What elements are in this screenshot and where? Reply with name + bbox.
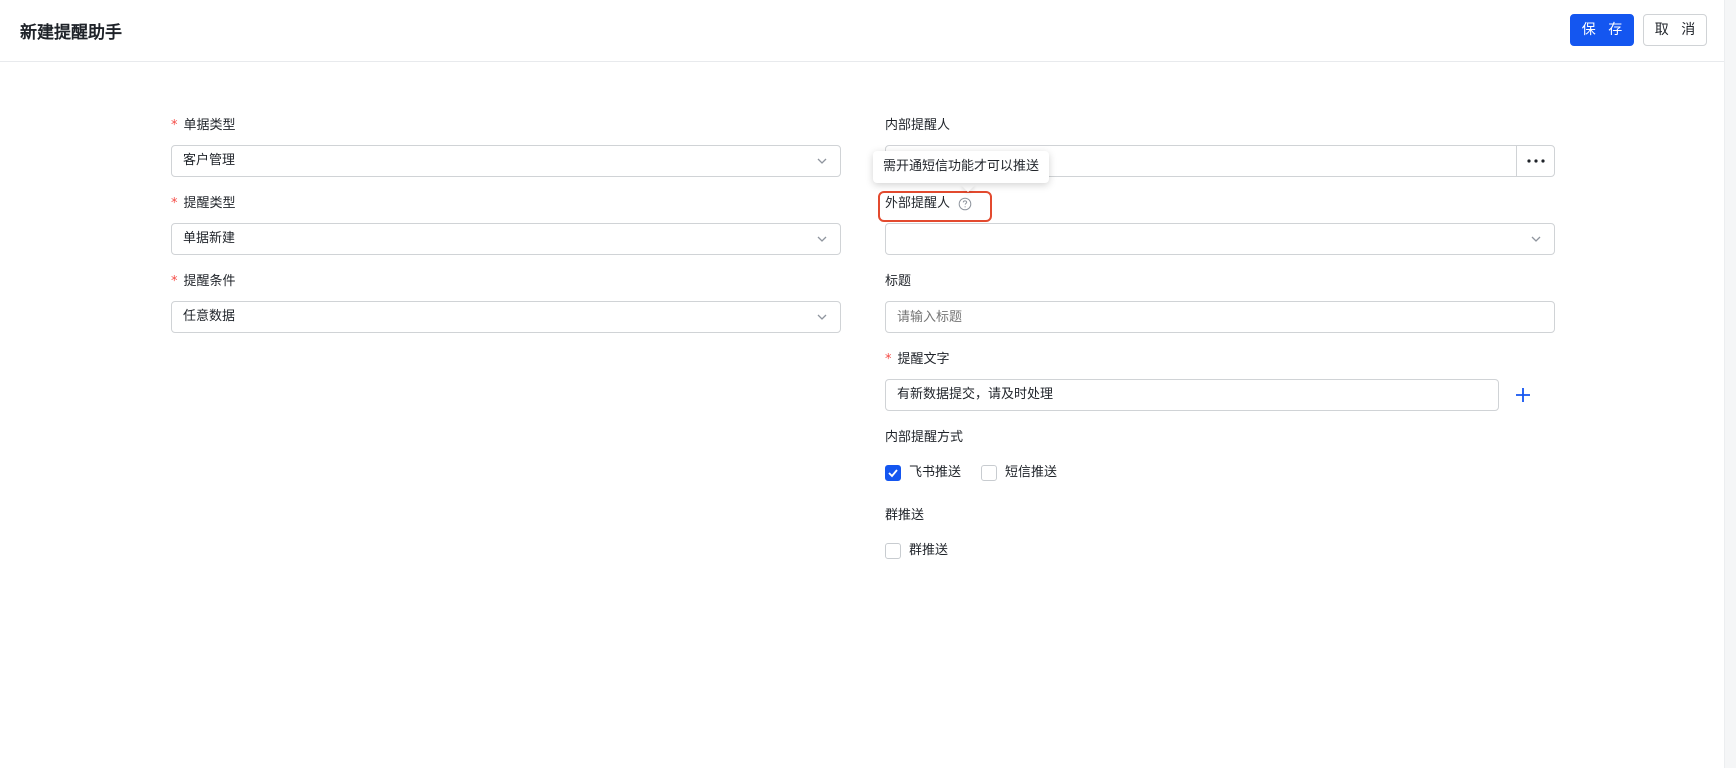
check-icon [888, 469, 898, 478]
sms-push-checkbox[interactable] [981, 465, 997, 481]
internal-method-label: 内部提醒方式 [885, 430, 964, 445]
remind-type-label-text: 提醒类型 [183, 196, 236, 211]
doc-type-label-text: 单据类型 [183, 118, 236, 133]
more-options-button[interactable] [1516, 146, 1554, 176]
external-reminder-select[interactable] [885, 223, 1555, 255]
save-button[interactable]: 保 存 [1570, 14, 1634, 46]
highlight-annotation [878, 191, 992, 222]
doc-type-select[interactable]: 客户管理 [171, 145, 841, 177]
remind-text-input[interactable]: 有新数据提交，请及时处理 [885, 379, 1499, 411]
chevron-down-icon [817, 236, 827, 242]
chevron-down-icon [817, 158, 827, 164]
doc-type-label: * 单据类型 [171, 117, 236, 135]
help-tooltip: 需开通短信功能才可以推送 [873, 151, 1050, 183]
feishu-push-label[interactable]: 飞书推送 [909, 464, 961, 482]
required-mark: * [171, 196, 178, 211]
remind-type-select[interactable]: 单据新建 [171, 223, 841, 255]
group-push-label: 群推送 [885, 508, 925, 523]
chevron-down-icon [817, 314, 827, 320]
chevron-down-icon [1531, 236, 1541, 242]
feishu-push-checkbox[interactable] [885, 465, 901, 481]
remind-type-value: 单据新建 [183, 231, 236, 246]
remind-text-value: 有新数据提交，请及时处理 [897, 387, 1054, 402]
internal-reminder-label: 内部提醒人 [885, 118, 951, 133]
remind-text-label: * 提醒文字 [885, 351, 950, 369]
page: 新建提醒助手 保 存 取 消 * 单据类型 客户管理 * 提醒类型 单据新建 * 提醒… [0, 0, 1736, 768]
cancel-button[interactable]: 取 消 [1643, 14, 1707, 46]
ellipsis-icon [1526, 159, 1545, 163]
remind-condition-select[interactable]: 任意数据 [171, 301, 841, 333]
title-label: 标题 [885, 274, 912, 289]
remind-condition-label: * 提醒条件 [171, 273, 236, 291]
required-mark: * [885, 352, 892, 367]
remind-condition-label-text: 提醒条件 [183, 274, 236, 289]
sms-push-label[interactable]: 短信推送 [1005, 464, 1057, 482]
remind-condition-value: 任意数据 [183, 309, 236, 324]
plus-icon[interactable] [1515, 387, 1531, 403]
group-push-option-label[interactable]: 群推送 [909, 542, 948, 560]
header-bar: 新建提醒助手 保 存 取 消 [0, 0, 1736, 62]
required-mark: * [171, 274, 178, 289]
title-input[interactable] [885, 301, 1555, 333]
remind-text-label-text: 提醒文字 [897, 352, 950, 367]
doc-type-value: 客户管理 [183, 153, 236, 168]
required-mark: * [171, 118, 178, 133]
page-title: 新建提醒助手 [20, 23, 122, 43]
remind-type-label: * 提醒类型 [171, 195, 236, 213]
group-push-checkbox[interactable] [885, 543, 901, 559]
scrollbar[interactable] [1724, 0, 1736, 768]
